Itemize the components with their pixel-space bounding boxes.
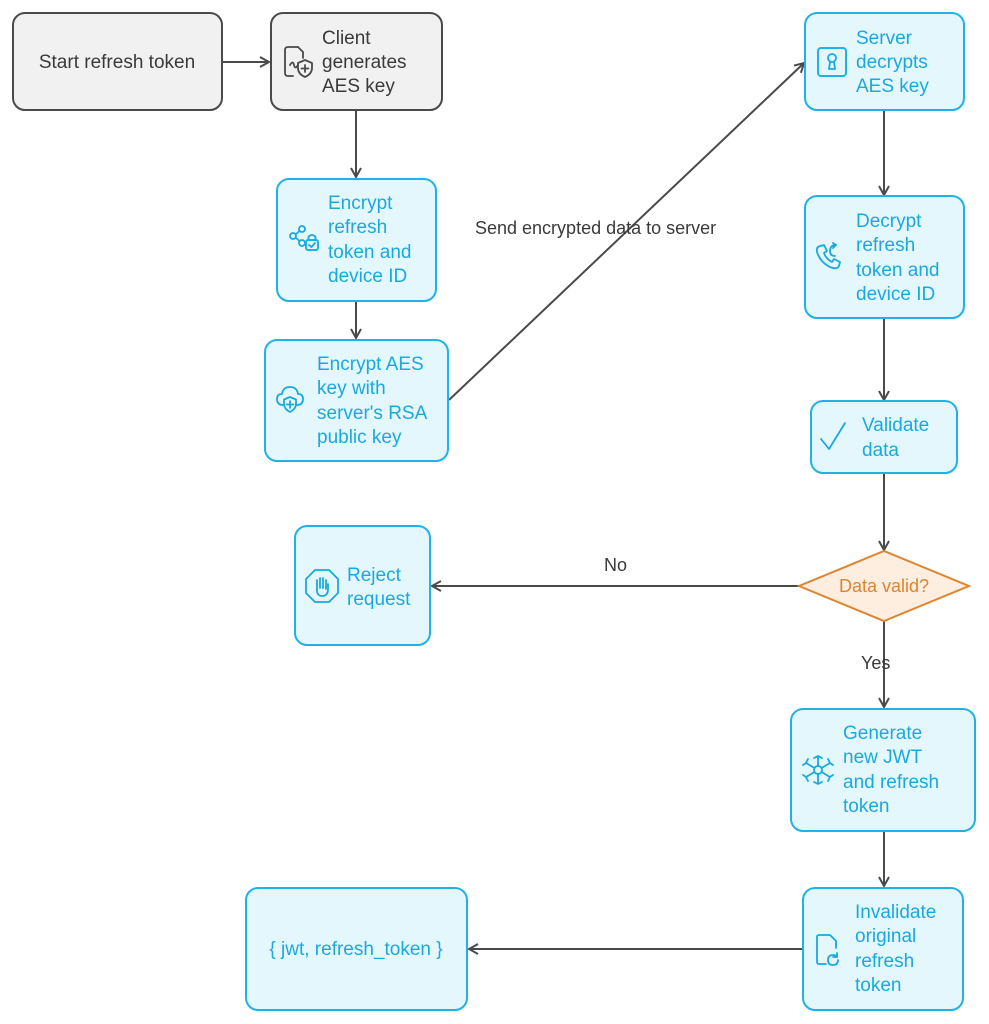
node-decision[interactable]: Data valid? (796, 549, 972, 623)
node-decrypt-token-line-1: Decrypt (856, 211, 922, 232)
edge-label-yes: Yes (861, 653, 890, 673)
node-validate-line-1: Validate (862, 415, 929, 436)
node-server-decrypt-line-1: Server (856, 28, 913, 49)
node-generate-jwt-line-1: Generate (843, 723, 922, 744)
flowchart: Send encrypted data to server No Yes Sta… (12, 12, 976, 1011)
node-invalidate[interactable]: Invalidate original refresh token (802, 887, 964, 1011)
node-encrypt-aes-line-2: key with (317, 378, 386, 399)
node-invalidate-line-1: Invalidate (855, 902, 936, 923)
node-server-decrypt-line-3: AES key (856, 76, 929, 97)
node-result[interactable]: { jwt, refresh_token } (245, 887, 468, 1011)
keyhole-icon (817, 47, 847, 77)
node-start-label: Start refresh token (39, 52, 195, 73)
node-server-decrypt[interactable]: Server decrypts AES key (804, 12, 965, 111)
node-generate-jwt[interactable]: Generate new JWT and refresh token (790, 708, 976, 832)
node-invalidate-line-4: token (855, 975, 901, 996)
node-encrypt-token-line-3: token and (328, 242, 411, 263)
node-encrypt-token-line-1: Encrypt (328, 193, 393, 214)
node-result-label: { jwt, refresh_token } (269, 939, 442, 960)
node-reject[interactable]: Reject request (294, 525, 431, 646)
edge-label-no: No (604, 555, 627, 575)
node-decrypt-token-line-2: refresh (856, 235, 915, 256)
node-gen-aes-line-2: generates (322, 52, 407, 73)
node-encrypt-aes-line-1: Encrypt AES (317, 354, 424, 375)
node-encrypt-token-line-4: device ID (328, 266, 407, 287)
node-validate-line-2: data (862, 440, 899, 461)
node-invalidate-line-2: original (855, 926, 916, 947)
node-decrypt-token[interactable]: Decrypt refresh token and device ID (804, 195, 965, 319)
node-encrypt-token[interactable]: Encrypt refresh token and device ID (276, 178, 437, 302)
node-decrypt-token-line-4: device ID (856, 284, 935, 305)
edge-label-send: Send encrypted data to server (475, 218, 716, 238)
node-validate[interactable]: Validate data (810, 400, 958, 474)
node-decision-label: Data valid? (839, 576, 929, 596)
node-invalidate-line-3: refresh (855, 951, 914, 972)
node-encrypt-aes-line-4: public key (317, 427, 402, 448)
node-gen-aes-line-3: AES key (322, 76, 395, 97)
node-encrypt-token-line-2: refresh (328, 217, 387, 238)
node-reject-line-1: Reject (347, 565, 402, 586)
node-start[interactable]: Start refresh token (12, 12, 223, 111)
node-encrypt-aes-line-3: server's RSA (317, 403, 428, 424)
node-generate-jwt-line-4: token (843, 796, 889, 817)
node-generate-jwt-line-3: and refresh (843, 772, 939, 793)
node-gen-aes-line-1: Client (322, 28, 371, 49)
node-decrypt-token-line-3: token and (856, 260, 939, 281)
node-gen-aes[interactable]: Client generates AES key (270, 12, 443, 111)
node-encrypt-aes[interactable]: Encrypt AES key with server's RSA public… (264, 339, 449, 462)
node-generate-jwt-line-2: new JWT (843, 747, 923, 768)
node-reject-line-2: request (347, 589, 411, 610)
node-server-decrypt-line-2: decrypts (856, 52, 928, 73)
